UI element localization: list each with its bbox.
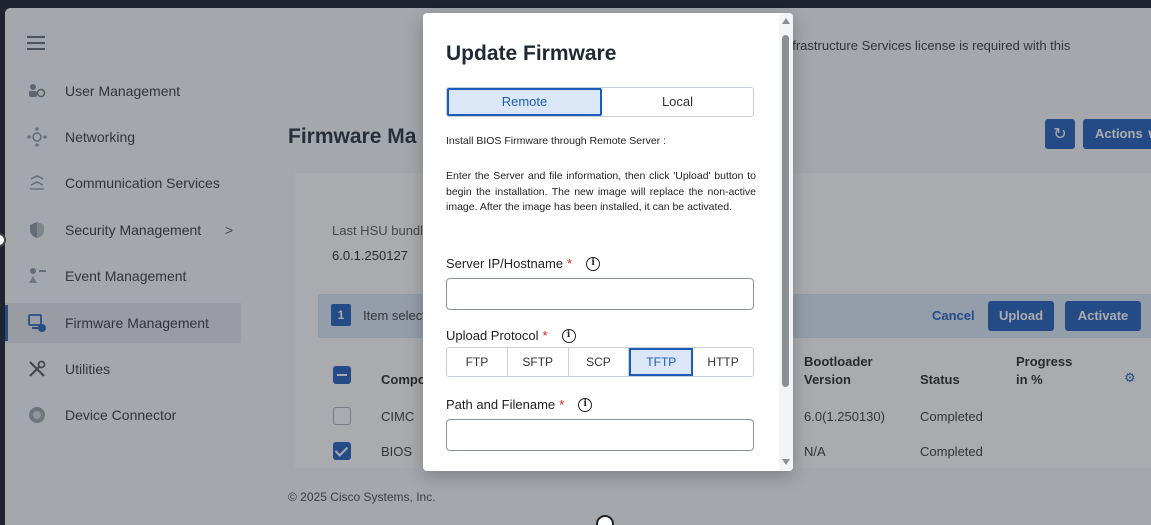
scrollbar-thumb[interactable] [782, 35, 789, 387]
info-icon[interactable]: i [561, 328, 576, 343]
required-marker: * [567, 256, 573, 271]
required-marker: * [559, 397, 565, 412]
server-label-text: Server IP/Hostname [446, 256, 564, 271]
info-icon[interactable]: i [578, 397, 593, 412]
scroll-up-arrow-icon[interactable] [782, 18, 790, 24]
source-tabs: Remote Local [446, 87, 754, 117]
protocol-label-text: Upload Protocol [446, 328, 539, 343]
protocol-scp[interactable]: SCP [569, 348, 630, 376]
dialog-title: Update Firmware [446, 42, 617, 65]
protocol-ftp[interactable]: FTP [447, 348, 508, 376]
tab-remote[interactable]: Remote [447, 88, 602, 116]
dialog-description: Enter the Server and file information, t… [446, 170, 756, 213]
protocol-field-label: Upload Protocol * i [446, 328, 576, 343]
protocol-http[interactable]: HTTP [693, 348, 753, 376]
update-firmware-dialog: Update Firmware Remote Local Install BIO… [423, 13, 793, 471]
protocol-tftp[interactable]: TFTP [629, 348, 694, 376]
path-field-label: Path and Filename * i [446, 397, 593, 412]
scroll-down-arrow-icon[interactable] [782, 459, 790, 465]
path-filename-input[interactable] [446, 419, 754, 451]
tab-local[interactable]: Local [602, 88, 753, 116]
server-hostname-input[interactable] [446, 278, 754, 310]
server-field-label: Server IP/Hostname * i [446, 256, 601, 271]
info-icon[interactable]: i [586, 256, 601, 271]
required-marker: * [542, 328, 548, 343]
path-label-text: Path and Filename [446, 397, 556, 412]
dialog-subtitle: Install BIOS Firmware through Remote Ser… [446, 135, 666, 147]
protocol-sftp[interactable]: SFTP [508, 348, 569, 376]
protocol-selector: FTP SFTP SCP TFTP HTTP [446, 347, 754, 377]
